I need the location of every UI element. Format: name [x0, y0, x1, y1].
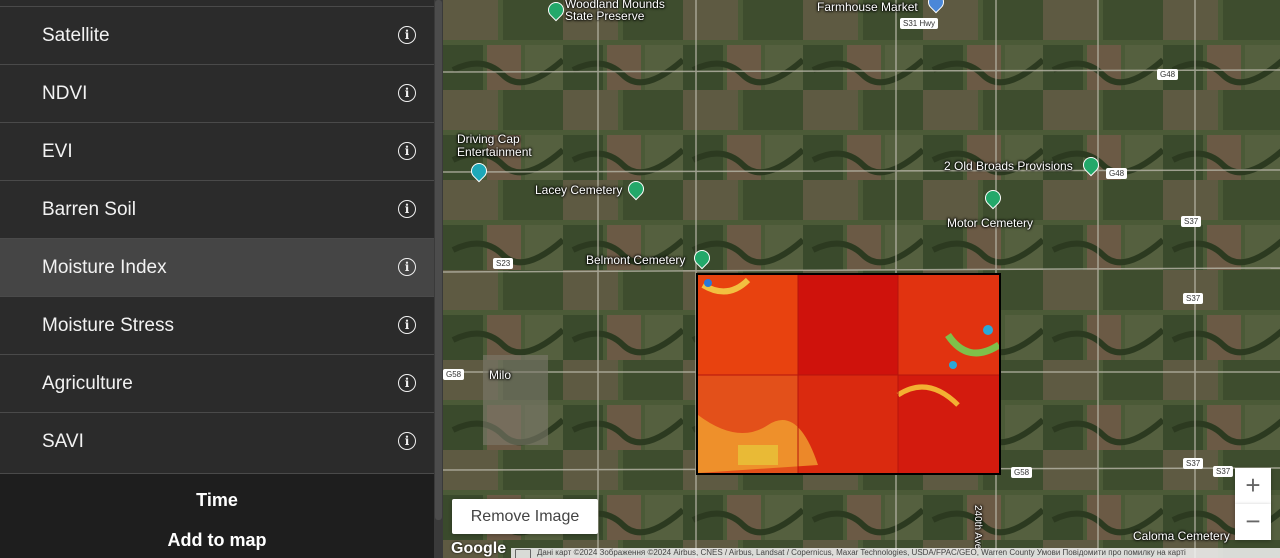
map-view[interactable]: Woodland Mounds State Preserve Farmhouse… — [443, 0, 1280, 558]
road-shield: S37 — [1181, 216, 1202, 227]
layer-item-agriculture[interactable]: Agriculture i — [0, 354, 434, 412]
sidebar-footer: Time Add to map — [0, 473, 434, 558]
info-icon[interactable]: i — [398, 258, 416, 276]
road-label-240th-ave: 240th Ave — [972, 505, 983, 550]
place-label-driving-cap[interactable]: Driving Cap Entertainment — [457, 133, 532, 159]
layer-item-barren-soil[interactable]: Barren Soil i — [0, 180, 434, 238]
road-shield: S37 — [1183, 458, 1204, 469]
road-shield: S37 — [1213, 466, 1234, 477]
time-heading: Time — [196, 490, 238, 510]
layer-item-evi[interactable]: EVI i — [0, 122, 434, 180]
remove-image-button[interactable]: Remove Image — [452, 499, 598, 534]
layer-label: Moisture Stress — [42, 315, 174, 336]
layer-label: EVI — [42, 141, 73, 162]
layer-label: Moisture Index — [42, 257, 167, 278]
layer-item-moisture-index[interactable]: Moisture Index i — [0, 238, 434, 296]
scrollbar-thumb[interactable] — [435, 0, 442, 520]
road-shield: S31 Hwy — [900, 18, 939, 29]
layer-label: Agriculture — [42, 373, 133, 394]
map-attribution: Дані карт ©2024 Зображення ©2024 Airbus,… — [511, 548, 1280, 558]
road-shield: G58 — [443, 369, 465, 380]
place-label-old-broads[interactable]: 2 Old Broads Provisions — [944, 159, 1073, 173]
layer-label: Barren Soil — [42, 199, 136, 220]
info-icon[interactable]: i — [398, 374, 416, 392]
place-label-farmhouse-market[interactable]: Farmhouse Market — [817, 0, 918, 14]
layer-label: SAVI — [42, 431, 84, 452]
sidebar-scrollbar[interactable] — [434, 0, 443, 558]
info-icon[interactable]: i — [398, 26, 416, 44]
layer-item-satellite[interactable]: Satellite i — [0, 6, 434, 64]
layer-sidebar: Satellite i NDVI i EVI i Barren Soil i M… — [0, 0, 434, 558]
layer-list: Satellite i NDVI i EVI i Barren Soil i M… — [0, 6, 434, 470]
layer-item-ndvi[interactable]: NDVI i — [0, 64, 434, 122]
place-label-milo[interactable]: Milo — [489, 368, 511, 382]
layer-label: NDVI — [42, 83, 88, 104]
road-shield: S23 — [493, 258, 514, 269]
place-label-caloma-cemetery[interactable]: Caloma Cemetery — [1133, 529, 1230, 543]
road-shield: G48 — [1106, 168, 1128, 179]
layer-item-savi[interactable]: SAVI i — [0, 412, 434, 470]
place-label-motor-cemetery[interactable]: Motor Cemetery — [947, 216, 1033, 230]
moisture-heatmap — [698, 275, 999, 473]
info-icon[interactable]: i — [398, 432, 416, 450]
zoom-in-button[interactable]: + — [1235, 468, 1271, 505]
place-label-belmont-cemetery[interactable]: Belmont Cemetery — [586, 253, 685, 267]
info-icon[interactable]: i — [398, 316, 416, 334]
layer-item-moisture-stress[interactable]: Moisture Stress i — [0, 296, 434, 354]
attribution-text[interactable]: Дані карт ©2024 Зображення ©2024 Airbus,… — [537, 548, 1186, 557]
road-shield: G58 — [1011, 467, 1033, 478]
moisture-index-overlay[interactable] — [696, 273, 1001, 475]
road-shield: S37 — [1183, 293, 1204, 304]
info-icon[interactable]: i — [398, 84, 416, 102]
place-label-woodland-mounds[interactable]: Woodland Mounds State Preserve — [565, 0, 665, 22]
place-label-lacey-cemetery[interactable]: Lacey Cemetery — [535, 183, 622, 197]
add-to-map-button[interactable]: Add to map — [0, 530, 434, 551]
layer-label: Satellite — [42, 25, 110, 46]
keyboard-shortcuts-icon[interactable] — [515, 549, 531, 558]
road-shield: G48 — [1157, 69, 1179, 80]
google-logo[interactable]: Google — [451, 540, 506, 558]
info-icon[interactable]: i — [398, 200, 416, 218]
zoom-out-button[interactable]: − — [1235, 504, 1271, 540]
info-icon[interactable]: i — [398, 142, 416, 160]
